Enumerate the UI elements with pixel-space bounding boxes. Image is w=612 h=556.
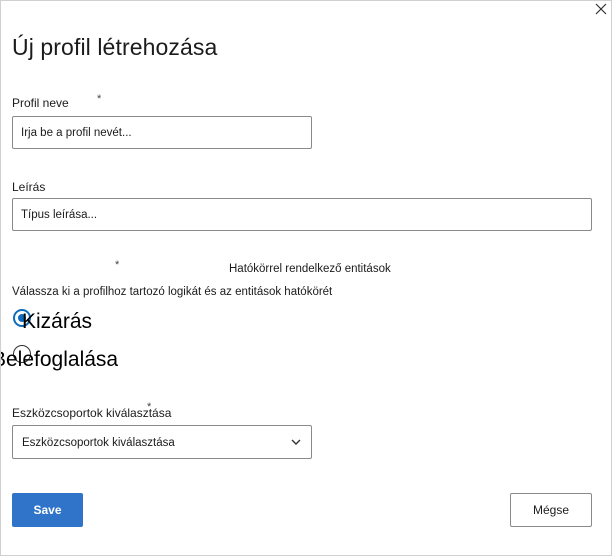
device-groups-select-value: Eszközcsoportok kiválasztása xyxy=(22,437,175,449)
radio-option-include[interactable]: Belefoglalása xyxy=(1,344,151,374)
create-profile-panel: Új profil létrehozása Profil neve * Leír… xyxy=(0,0,612,556)
device-groups-select[interactable]: Eszközcsoportok kiválasztása xyxy=(12,425,312,459)
chevron-down-icon xyxy=(291,439,301,445)
save-button[interactable]: Save xyxy=(12,493,83,527)
dialog-title: Új profil létrehozása xyxy=(12,34,218,60)
radio-option-exclude[interactable]: Kizárás xyxy=(1,307,131,335)
profile-name-label: Profil neve xyxy=(12,96,69,110)
scope-required-mark: * xyxy=(115,259,120,271)
profile-name-input[interactable] xyxy=(12,116,312,149)
description-input[interactable] xyxy=(12,198,592,231)
radio-exclude-label: Kizárás xyxy=(22,310,93,333)
scope-instruction: Válassza ki a profilhoz tartozó logikát … xyxy=(12,286,333,298)
scoped-entities-label: Hatókörrel rendelkező entitások xyxy=(229,263,391,275)
radio-include-label: Belefoglalása xyxy=(0,348,119,371)
description-label: Leírás xyxy=(12,180,46,194)
profile-name-required-mark: * xyxy=(97,93,102,105)
device-groups-required-mark: * xyxy=(147,401,152,413)
close-icon[interactable] xyxy=(593,1,609,17)
cancel-button[interactable]: Mégse xyxy=(510,493,592,527)
